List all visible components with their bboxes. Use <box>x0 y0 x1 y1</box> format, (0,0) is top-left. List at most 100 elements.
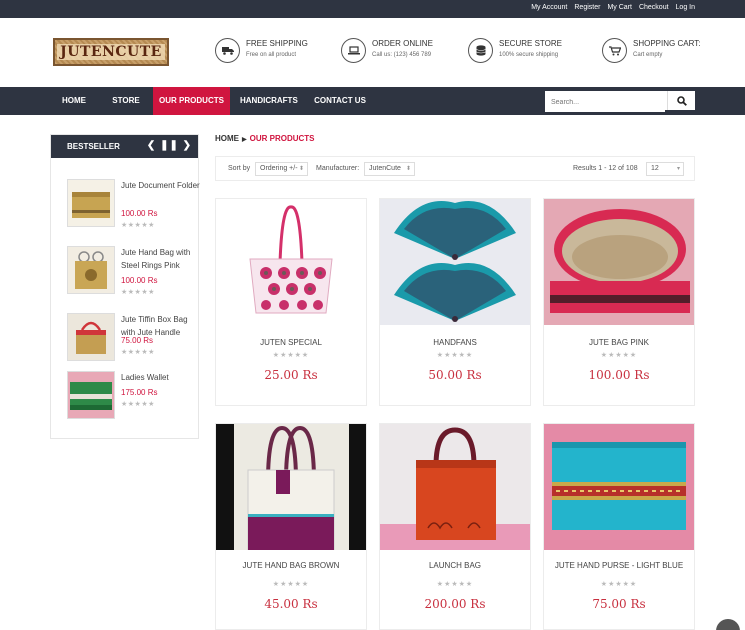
bestseller-header: Bestseller ❮ ❚❚ ❯ <box>51 135 198 158</box>
logo-text: JUTENCUTE <box>57 44 165 60</box>
nav-store[interactable]: Store <box>107 87 145 115</box>
laptop-icon <box>341 38 366 63</box>
item-name[interactable]: Jute Hand Bag with Steel Rings Pink <box>121 246 201 272</box>
manufacturer-select[interactable]: JutenCute ⬍ <box>364 162 415 176</box>
product-rating: ★★★★★ <box>436 581 474 588</box>
free-shipping-feature: Free Shipping Free on all product <box>215 38 308 63</box>
breadcrumb-current: Our Products <box>249 134 315 143</box>
product-rating: ★★★★★ <box>600 581 638 588</box>
feature-subtitle: Free on all product <box>246 52 297 58</box>
product-card[interactable]: Handfans ★★★★★ 50.00 Rs <box>379 198 531 406</box>
product-rating: ★★★★★ <box>272 352 310 359</box>
select-arrows-icon: ⬍ <box>298 166 304 172</box>
feature-title: Order Online <box>372 39 433 48</box>
product-name[interactable]: Launch Bag <box>380 561 530 570</box>
carousel-controls[interactable]: ❮ ❚❚ ❯ <box>147 140 192 151</box>
product-rating: ★★★★★ <box>600 352 638 359</box>
item-rating: ★★★★★ <box>121 349 155 356</box>
select-arrows-icon: ⬍ <box>405 166 411 172</box>
feature-title: Free Shipping <box>246 39 308 48</box>
feature-subtitle: Call us: (123) 456 789 <box>372 52 432 58</box>
shopping-cart-feature[interactable]: Shopping Cart: Cart empty <box>602 38 700 63</box>
main-nav: Home Store Our Products Handicrafts Cont… <box>0 87 745 115</box>
product-card[interactable]: Launch Bag ★★★★★ 200.00 Rs <box>379 423 531 630</box>
product-image[interactable] <box>544 199 694 325</box>
checkout-link[interactable]: Checkout <box>639 4 669 11</box>
per-page-value: 12 <box>651 165 659 172</box>
my-account-link[interactable]: My Account <box>531 4 567 11</box>
item-price: 100.00 Rs <box>121 209 158 218</box>
sort-toolbar: Sort by Ordering +/- ⬍ Manufacturer: Jut… <box>215 156 695 181</box>
item-rating: ★★★★★ <box>121 289 155 296</box>
product-card[interactable]: Jute Hand Purse - Light Blue ★★★★★ 75.00… <box>543 423 695 630</box>
item-name[interactable]: Jute Document Folder <box>121 179 201 192</box>
product-image[interactable] <box>216 199 366 325</box>
my-cart-link[interactable]: My Cart <box>607 4 632 11</box>
nav-handicrafts[interactable]: Handicrafts <box>240 87 298 115</box>
bestseller-sidebar: Bestseller ❮ ❚❚ ❯ Jute Document Folder 1… <box>50 134 201 439</box>
breadcrumb-home[interactable]: Home <box>215 134 239 143</box>
feature-title: Secure Store <box>499 39 562 48</box>
sort-select-value: Ordering +/- <box>260 165 298 172</box>
feature-subtitle: 100% secure shipping <box>499 52 559 58</box>
sort-select[interactable]: Ordering +/- ⬍ <box>255 162 308 176</box>
product-name[interactable]: Jute Hand Bag Brown <box>216 561 366 570</box>
product-image[interactable] <box>380 199 530 325</box>
search-box <box>545 91 695 112</box>
item-price: 75.00 Rs <box>121 336 154 345</box>
results-count: Results 1 - 12 of 108 <box>573 165 638 172</box>
product-name[interactable]: Juten Special <box>216 338 366 347</box>
product-thumbnail[interactable] <box>67 371 115 419</box>
scroll-to-top-button[interactable] <box>716 619 740 630</box>
site-logo[interactable]: JUTENCUTE <box>53 38 169 66</box>
product-rating: ★★★★★ <box>272 581 310 588</box>
breadcrumb-arrow-icon: ▶ <box>242 137 247 143</box>
bestseller-title: Bestseller <box>67 142 120 151</box>
account-links: My Account Register My Cart Checkout Log… <box>531 4 695 11</box>
manufacturer-label: Manufacturer: <box>316 165 360 172</box>
search-button[interactable] <box>667 91 695 110</box>
site-header: JUTENCUTE Free Shipping Free on all prod… <box>0 18 745 87</box>
product-thumbnail[interactable] <box>67 246 115 294</box>
product-name[interactable]: Jute Hand Purse - Light Blue <box>544 561 694 570</box>
breadcrumb: Home ▶ Our Products <box>215 134 315 143</box>
item-price: 175.00 Rs <box>121 388 158 397</box>
product-image[interactable] <box>216 424 366 550</box>
search-input[interactable] <box>545 93 665 112</box>
register-link[interactable]: Register <box>574 4 600 11</box>
sort-label: Sort by <box>228 165 251 172</box>
product-thumbnail[interactable] <box>67 179 115 227</box>
product-card[interactable]: Jute Bag Pink ★★★★★ 100.00 Rs <box>543 198 695 406</box>
login-link[interactable]: Log In <box>676 4 695 11</box>
product-price: 200.00 Rs <box>424 597 486 611</box>
nav-contact-us[interactable]: Contact Us <box>314 87 366 115</box>
item-price: 100.00 Rs <box>121 276 158 285</box>
product-card[interactable]: Juten Special ★★★★★ 25.00 Rs <box>215 198 367 406</box>
product-price: 50.00 Rs <box>428 368 482 382</box>
product-image[interactable] <box>544 424 694 550</box>
order-online-feature: Order Online Call us: (123) 456 789 <box>341 38 433 63</box>
per-page-select[interactable]: 12 ▾ <box>646 162 684 176</box>
cart-status: Cart empty <box>633 52 663 58</box>
top-bar: My Account Register My Cart Checkout Log… <box>0 0 745 18</box>
product-name[interactable]: Handfans <box>380 338 530 347</box>
cart-title: Shopping Cart: <box>633 39 701 48</box>
nav-home[interactable]: Home <box>54 87 94 115</box>
product-image[interactable] <box>380 424 530 550</box>
truck-icon <box>215 38 240 63</box>
secure-store-feature: Secure Store 100% secure shipping <box>468 38 562 63</box>
product-price: 25.00 Rs <box>264 368 318 382</box>
product-rating: ★★★★★ <box>436 352 474 359</box>
nav-our-products[interactable]: Our Products <box>153 87 230 115</box>
chevron-down-icon: ▾ <box>676 166 680 172</box>
product-name[interactable]: Jute Bag Pink <box>544 338 694 347</box>
item-name[interactable]: Ladies Wallet <box>121 371 201 384</box>
cart-icon <box>602 38 627 63</box>
product-price: 75.00 Rs <box>592 597 646 611</box>
item-rating: ★★★★★ <box>121 401 155 408</box>
item-rating: ★★★★★ <box>121 222 155 229</box>
product-card[interactable]: Jute Hand Bag Brown ★★★★★ 45.00 Rs <box>215 423 367 630</box>
product-thumbnail[interactable] <box>67 313 115 361</box>
product-price: 100.00 Rs <box>588 368 650 382</box>
manufacturer-select-value: JutenCute <box>369 165 401 172</box>
